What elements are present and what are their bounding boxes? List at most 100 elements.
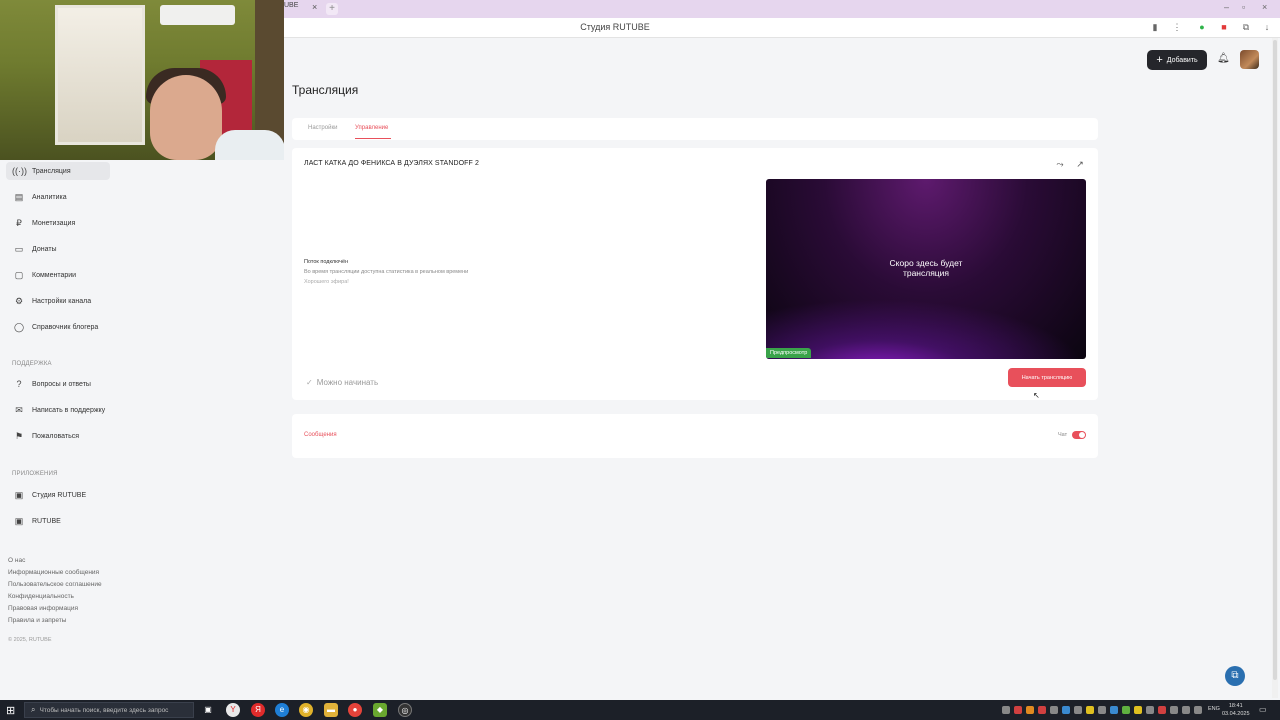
- tray-icon-8[interactable]: [1086, 706, 1094, 714]
- search-icon: ⌕: [31, 705, 36, 714]
- tray-icon-10[interactable]: [1110, 706, 1118, 714]
- messages-card: Сообщения Чат: [292, 414, 1098, 458]
- tray-icon-3[interactable]: [1026, 706, 1034, 714]
- yandex-icon[interactable]: Я: [251, 703, 265, 717]
- mail-icon: ✉: [15, 404, 23, 415]
- sidebar-item-label: Настройки канала: [32, 297, 92, 305]
- edge-icon[interactable]: e: [275, 703, 289, 717]
- taskbar-search[interactable]: ⌕ Чтобы начать поиск, введите здесь запр…: [24, 702, 194, 718]
- tray-icon-12[interactable]: [1134, 706, 1142, 714]
- sidebar-item-label: Пожаловаться: [32, 432, 80, 440]
- battery-icon[interactable]: [1194, 706, 1202, 714]
- close-window-icon[interactable]: ×: [1262, 2, 1267, 12]
- bookmark-icon[interactable]: ▮: [1150, 22, 1160, 32]
- sidebar-item-broadcast[interactable]: ((·)) Трансляция: [6, 162, 110, 180]
- preview-badge: Предпросмотр: [766, 348, 812, 358]
- external-link-icon[interactable]: ↗: [1075, 159, 1085, 169]
- tab-settings[interactable]: Настройки: [308, 125, 337, 131]
- share-icon[interactable]: ⤳: [1055, 159, 1065, 169]
- flag-icon: ⚑: [14, 430, 24, 441]
- sidebar-item-blogger-guide[interactable]: ◯ Справочник блогера: [6, 318, 110, 336]
- footer-link-info[interactable]: Информационные сообщения: [8, 569, 99, 576]
- scrollbar-thumb[interactable]: [1273, 40, 1277, 680]
- extensions-icon[interactable]: ⧉: [1241, 22, 1251, 32]
- stream-preview[interactable]: Скоро здесь будет трансляция Предпросмот…: [766, 179, 1086, 359]
- footer-link-legal[interactable]: Правовая информация: [8, 605, 78, 612]
- sidebar-item-donations[interactable]: ▭ Донаты: [6, 240, 110, 258]
- sidebar-item-comments[interactable]: ▢ Комментарии: [6, 266, 110, 284]
- sidebar-item-label: Студия RUTUBE: [32, 491, 87, 499]
- webcam-shirt: [215, 130, 284, 160]
- tab-management[interactable]: Управление: [355, 125, 388, 131]
- volume-icon[interactable]: [1182, 706, 1190, 714]
- app-green-icon[interactable]: ◆: [373, 703, 387, 717]
- tray-icon-9[interactable]: [1098, 706, 1106, 714]
- clock-date: 03.04.2025: [1222, 711, 1250, 717]
- chrome-icon[interactable]: ◉: [299, 703, 313, 717]
- app-icon: ▣: [14, 489, 24, 500]
- start-stream-button[interactable]: Начать трансляцию: [1008, 368, 1086, 387]
- bell-icon[interactable]: 🔔︎: [1217, 53, 1230, 67]
- tray-icon-5[interactable]: [1050, 706, 1058, 714]
- sidebar-item-contact-support[interactable]: ✉ Написать в поддержку: [6, 401, 110, 419]
- apps-section-label: ПРИЛОЖЕНИЯ: [12, 471, 58, 477]
- minimize-icon[interactable]: –: [1224, 2, 1229, 12]
- avatar[interactable]: [1240, 50, 1259, 69]
- new-tab-button[interactable]: +: [326, 3, 338, 15]
- keyboard-language[interactable]: ENG: [1208, 706, 1220, 712]
- windows-start-icon[interactable]: ⊞: [6, 704, 15, 717]
- webcam-window: [55, 5, 145, 145]
- sidebar-item-monetization[interactable]: ₽ Монетизация: [6, 214, 110, 232]
- ready-label: Можно начинать: [316, 378, 379, 387]
- folder-icon[interactable]: ▬: [324, 703, 338, 717]
- support-chat-button[interactable]: ⧉: [1225, 666, 1245, 686]
- check-icon: ✓: [306, 378, 313, 387]
- network-icon[interactable]: [1170, 706, 1178, 714]
- tray-icon-4[interactable]: [1038, 706, 1046, 714]
- tray-icon-6[interactable]: [1062, 706, 1070, 714]
- sidebar-item-analytics[interactable]: ▤ Аналитика: [6, 188, 110, 206]
- sidebar-item-faq[interactable]: ? Вопросы и ответы: [6, 375, 110, 393]
- tabs-bar: Настройки Управление: [292, 118, 1098, 140]
- copyright: © 2025, RUTUBE: [8, 637, 52, 643]
- rutube-extension-icon[interactable]: ■: [1219, 22, 1229, 32]
- more-menu-icon[interactable]: ⋮: [1172, 22, 1182, 32]
- messages-tab[interactable]: Сообщения: [304, 432, 337, 438]
- sidebar-item-studio-app[interactable]: ▣ Студия RUTUBE: [6, 486, 110, 504]
- add-button[interactable]: + Добавить: [1147, 50, 1207, 70]
- protect-icon[interactable]: ●: [1197, 22, 1207, 32]
- tray-icon-13[interactable]: [1146, 706, 1154, 714]
- footer-link-privacy[interactable]: Конфиденциальность: [8, 593, 74, 600]
- sidebar-item-label: Донаты: [32, 245, 57, 253]
- footer-link-rules[interactable]: Правила и запреты: [8, 617, 66, 624]
- footer-link-terms[interactable]: Пользовательское соглашение: [8, 581, 102, 588]
- status-wish: Хорошего эфира!: [304, 279, 349, 285]
- chat-toggle[interactable]: [1072, 431, 1086, 439]
- tray-icon-7[interactable]: [1074, 706, 1082, 714]
- sidebar-item-label: Аналитика: [32, 193, 67, 201]
- task-view-icon[interactable]: ▣: [201, 703, 215, 717]
- browser-tab[interactable]: UBE ×: [284, 2, 324, 16]
- webcam-air-conditioner: [160, 5, 235, 25]
- sidebar-item-label: Вопросы и ответы: [32, 380, 91, 388]
- sidebar-item-label: Написать в поддержку: [32, 406, 106, 414]
- sidebar: ((·)) Трансляция ▤ Аналитика ₽ Монетизац…: [0, 160, 284, 700]
- tray-icon-14[interactable]: [1158, 706, 1166, 714]
- sidebar-item-rutube-app[interactable]: ▣ RUTUBE: [6, 512, 110, 530]
- tray-icon-2[interactable]: [1014, 706, 1022, 714]
- obs-icon[interactable]: ◎: [398, 703, 412, 717]
- maximize-icon[interactable]: ▫: [1242, 2, 1245, 12]
- close-tab-icon[interactable]: ×: [312, 2, 317, 12]
- sidebar-item-channel-settings[interactable]: ⚙ Настройки канала: [6, 292, 110, 310]
- tray-icon-1[interactable]: [1002, 706, 1010, 714]
- taskbar-clock[interactable]: 18:41 03.04.2025: [1222, 702, 1250, 718]
- notifications-icon[interactable]: ▭: [1259, 705, 1267, 714]
- yandex-browser-icon[interactable]: Y: [226, 703, 240, 717]
- app-red-icon[interactable]: ●: [348, 703, 362, 717]
- tray-icon-11[interactable]: [1122, 706, 1130, 714]
- webcam-overlay: [0, 0, 284, 160]
- footer-link-about[interactable]: О нас: [8, 557, 25, 564]
- taskbar-search-placeholder: Чтобы начать поиск, введите здесь запрос: [39, 706, 169, 714]
- download-icon[interactable]: ↓: [1262, 22, 1272, 32]
- sidebar-item-report[interactable]: ⚑ Пожаловаться: [6, 427, 110, 445]
